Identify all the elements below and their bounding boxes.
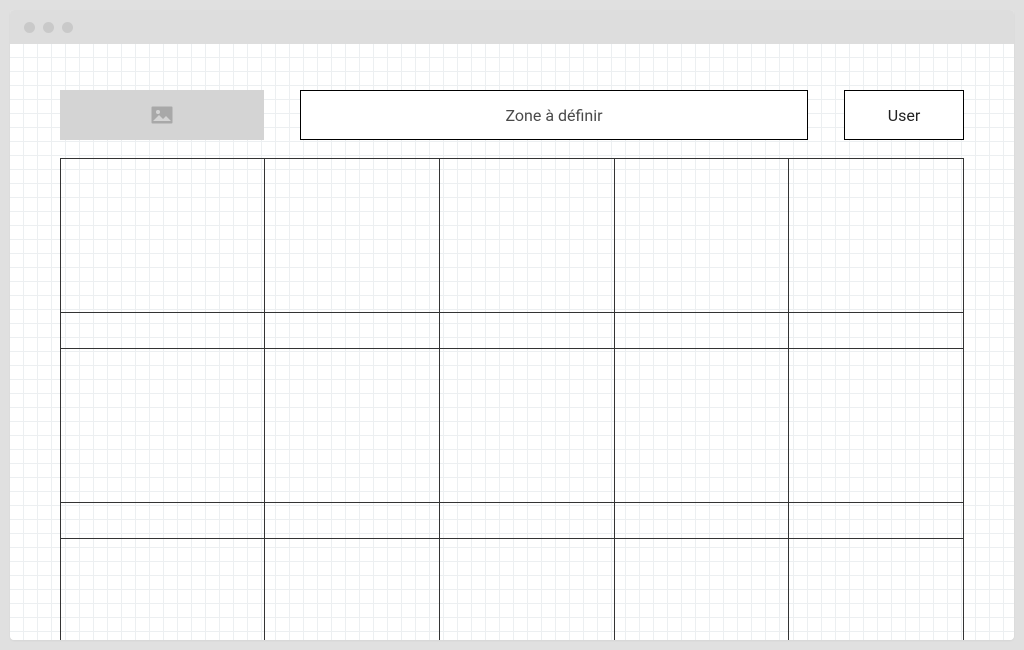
window-control-minimize[interactable] xyxy=(43,22,54,33)
logo-placeholder[interactable] xyxy=(60,90,264,140)
header-row: Zone à définir User xyxy=(60,90,964,140)
table-row xyxy=(61,159,964,313)
table-row xyxy=(61,349,964,503)
wireframe-canvas: Zone à définir User xyxy=(10,44,1014,640)
zone-placeholder[interactable]: Zone à définir xyxy=(300,90,808,140)
window-control-maximize[interactable] xyxy=(62,22,73,33)
window-titlebar xyxy=(10,10,1014,44)
user-button[interactable]: User xyxy=(844,90,964,140)
browser-window: Zone à définir User xyxy=(10,10,1014,640)
window-control-close[interactable] xyxy=(24,22,35,33)
table-row xyxy=(61,503,964,539)
table-row xyxy=(61,313,964,349)
image-icon xyxy=(151,106,173,124)
table-row xyxy=(61,539,964,641)
content-grid xyxy=(60,158,964,640)
